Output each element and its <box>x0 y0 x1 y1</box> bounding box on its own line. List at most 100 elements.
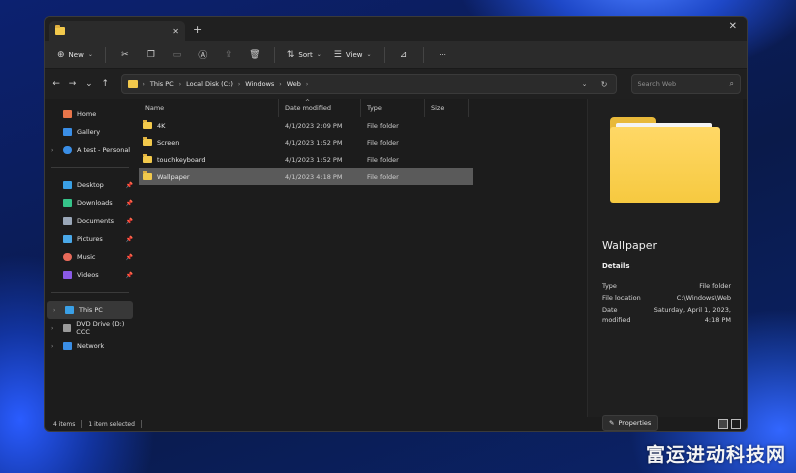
nav-item-videos[interactable]: Videos 📌 <box>45 266 135 284</box>
column-header-name[interactable]: Name <box>135 99 279 117</box>
toolbar-divider <box>104 46 106 63</box>
copy-button[interactable]: ❐ <box>140 45 162 65</box>
expand-chevron-icon[interactable]: › <box>53 307 55 314</box>
cloud-icon <box>63 146 72 154</box>
breadcrumb-this-pc[interactable]: This PC <box>150 80 174 88</box>
nav-item-music[interactable]: Music 📌 <box>45 248 135 266</box>
new-button[interactable]: ⊕ New ⌄ <box>53 45 97 65</box>
tiles-view-icon[interactable] <box>731 419 741 429</box>
nav-item-documents[interactable]: Documents 📌 <box>45 212 135 230</box>
cut-button[interactable]: ✂ <box>114 45 136 65</box>
content-area: Home Gallery › A test - Personal Desktop… <box>45 99 747 431</box>
address-bar[interactable]: › This PC › Local Disk (C:) › Windows › … <box>120 74 617 94</box>
filter-icon: ⊿ <box>399 49 408 60</box>
nav-item-downloads[interactable]: Downloads 📌 <box>45 194 135 212</box>
folder-icon <box>143 137 152 146</box>
expand-chevron-icon[interactable]: › <box>51 325 53 332</box>
file-date: 4/1/2023 4:18 PM <box>285 172 343 181</box>
pictures-icon <box>63 235 72 243</box>
nav-divider <box>51 292 129 293</box>
nav-item-this-pc[interactable]: › This PC <box>47 301 133 319</box>
detail-value: C:\Windows\Web <box>676 294 731 302</box>
nav-item-onedrive[interactable]: › A test - Personal <box>45 141 135 159</box>
file-date: 4/1/2023 1:52 PM <box>285 138 343 147</box>
nav-item-network[interactable]: › Network <box>45 337 135 355</box>
view-button[interactable]: ☰ View ⌄ <box>330 45 376 65</box>
details-view-icon[interactable] <box>718 419 728 429</box>
nav-label: Network <box>77 342 105 350</box>
nav-item-gallery[interactable]: Gallery <box>45 123 135 141</box>
refresh-icon[interactable]: ↻ <box>601 80 608 89</box>
scissors-icon: ✂ <box>121 49 129 60</box>
home-icon <box>63 110 72 118</box>
delete-button[interactable]: 🗑 <box>244 45 266 65</box>
pin-icon[interactable]: 📌 <box>126 182 133 189</box>
search-input[interactable] <box>637 80 730 88</box>
tab-web[interactable]: ✕ <box>49 21 185 41</box>
desktop-icon <box>63 181 72 189</box>
close-window-button[interactable]: ✕ <box>729 21 737 32</box>
expand-chevron-icon[interactable]: › <box>51 147 53 154</box>
navigation-row: ← → ⌄ ↑ › This PC › Local Disk (C:) › Wi… <box>45 69 747 99</box>
file-type: File folder <box>367 172 399 181</box>
pin-icon[interactable]: 📌 <box>126 218 133 225</box>
file-row[interactable]: Screen 4/1/2023 1:52 PM File folder <box>139 134 473 151</box>
file-name: touchkeyboard <box>157 155 206 164</box>
detail-label: Date <box>602 306 618 314</box>
status-bar: 4 items 1 item selected <box>45 417 747 431</box>
column-header-date[interactable]: Date modified <box>279 99 361 117</box>
toolbar-divider <box>273 46 275 63</box>
nav-item-dvd-drive[interactable]: › DVD Drive (D:) CCC <box>45 319 135 337</box>
navigation-pane: Home Gallery › A test - Personal Desktop… <box>45 99 135 417</box>
nav-item-home[interactable]: Home <box>45 105 135 123</box>
up-arrow-icon[interactable]: ↑ <box>100 79 110 89</box>
forward-arrow-icon[interactable]: → <box>67 79 77 89</box>
share-button[interactable]: ⇪ <box>218 45 240 65</box>
toolbar-divider <box>422 46 424 63</box>
pin-icon[interactable]: 📌 <box>126 236 133 243</box>
download-icon <box>63 199 72 207</box>
details-title: Wallpaper <box>602 239 658 252</box>
status-divider <box>81 420 83 428</box>
file-date: 4/1/2023 1:52 PM <box>285 155 343 164</box>
breadcrumb-web[interactable]: Web <box>287 80 301 88</box>
pin-icon[interactable]: 📌 <box>126 200 133 207</box>
nav-item-pictures[interactable]: Pictures 📌 <box>45 230 135 248</box>
nav-label: Downloads <box>77 199 113 207</box>
videos-icon <box>63 271 72 279</box>
folder-icon <box>143 154 152 163</box>
file-row[interactable]: 4K 4/1/2023 2:09 PM File folder <box>139 117 473 134</box>
detail-label: File location <box>602 294 641 302</box>
detail-row-date: Date Saturday, April 1, 2023, <box>602 305 731 315</box>
paste-button[interactable]: ▭ <box>166 45 188 65</box>
more-options-button[interactable]: ··· <box>432 45 454 65</box>
sort-ascending-icon: ^ <box>305 99 311 106</box>
sort-button[interactable]: ⇅ Sort ⌄ <box>283 45 326 65</box>
column-header-type[interactable]: Type <box>361 99 425 117</box>
chevron-right-icon: › <box>178 80 182 88</box>
chevron-down-icon: ⌄ <box>366 51 372 58</box>
detail-label: Type <box>602 282 617 290</box>
nav-item-desktop[interactable]: Desktop 📌 <box>45 176 135 194</box>
filter-button[interactable]: ⊿ <box>393 45 415 65</box>
chevron-right-icon: › <box>142 80 145 88</box>
plus-circle-icon: ⊕ <box>57 49 65 60</box>
pin-icon[interactable]: 📌 <box>126 254 133 261</box>
folder-icon <box>55 25 65 35</box>
file-row[interactable]: touchkeyboard 4/1/2023 1:52 PM File fold… <box>139 151 473 168</box>
rename-button[interactable]: Ⓐ <box>192 45 214 65</box>
column-header-size[interactable]: Size <box>425 99 469 117</box>
view-label: View <box>345 50 363 59</box>
address-dropdown-icon[interactable]: ⌄ <box>582 80 588 88</box>
breadcrumb-local-disk[interactable]: Local Disk (C:) <box>186 80 233 88</box>
close-tab-icon[interactable]: ✕ <box>172 27 179 36</box>
breadcrumb-windows[interactable]: Windows <box>245 80 274 88</box>
search-box[interactable]: ⌕ <box>630 74 741 94</box>
expand-chevron-icon[interactable]: › <box>51 343 53 350</box>
pin-icon[interactable]: 📌 <box>126 272 133 279</box>
detail-value: 4:18 PM <box>704 316 731 324</box>
file-row-selected[interactable]: Wallpaper 4/1/2023 4:18 PM File folder <box>139 168 473 185</box>
recent-chevron-icon[interactable]: ⌄ <box>84 79 94 89</box>
new-tab-button[interactable]: + <box>193 23 202 36</box>
back-arrow-icon[interactable]: ← <box>51 79 61 89</box>
